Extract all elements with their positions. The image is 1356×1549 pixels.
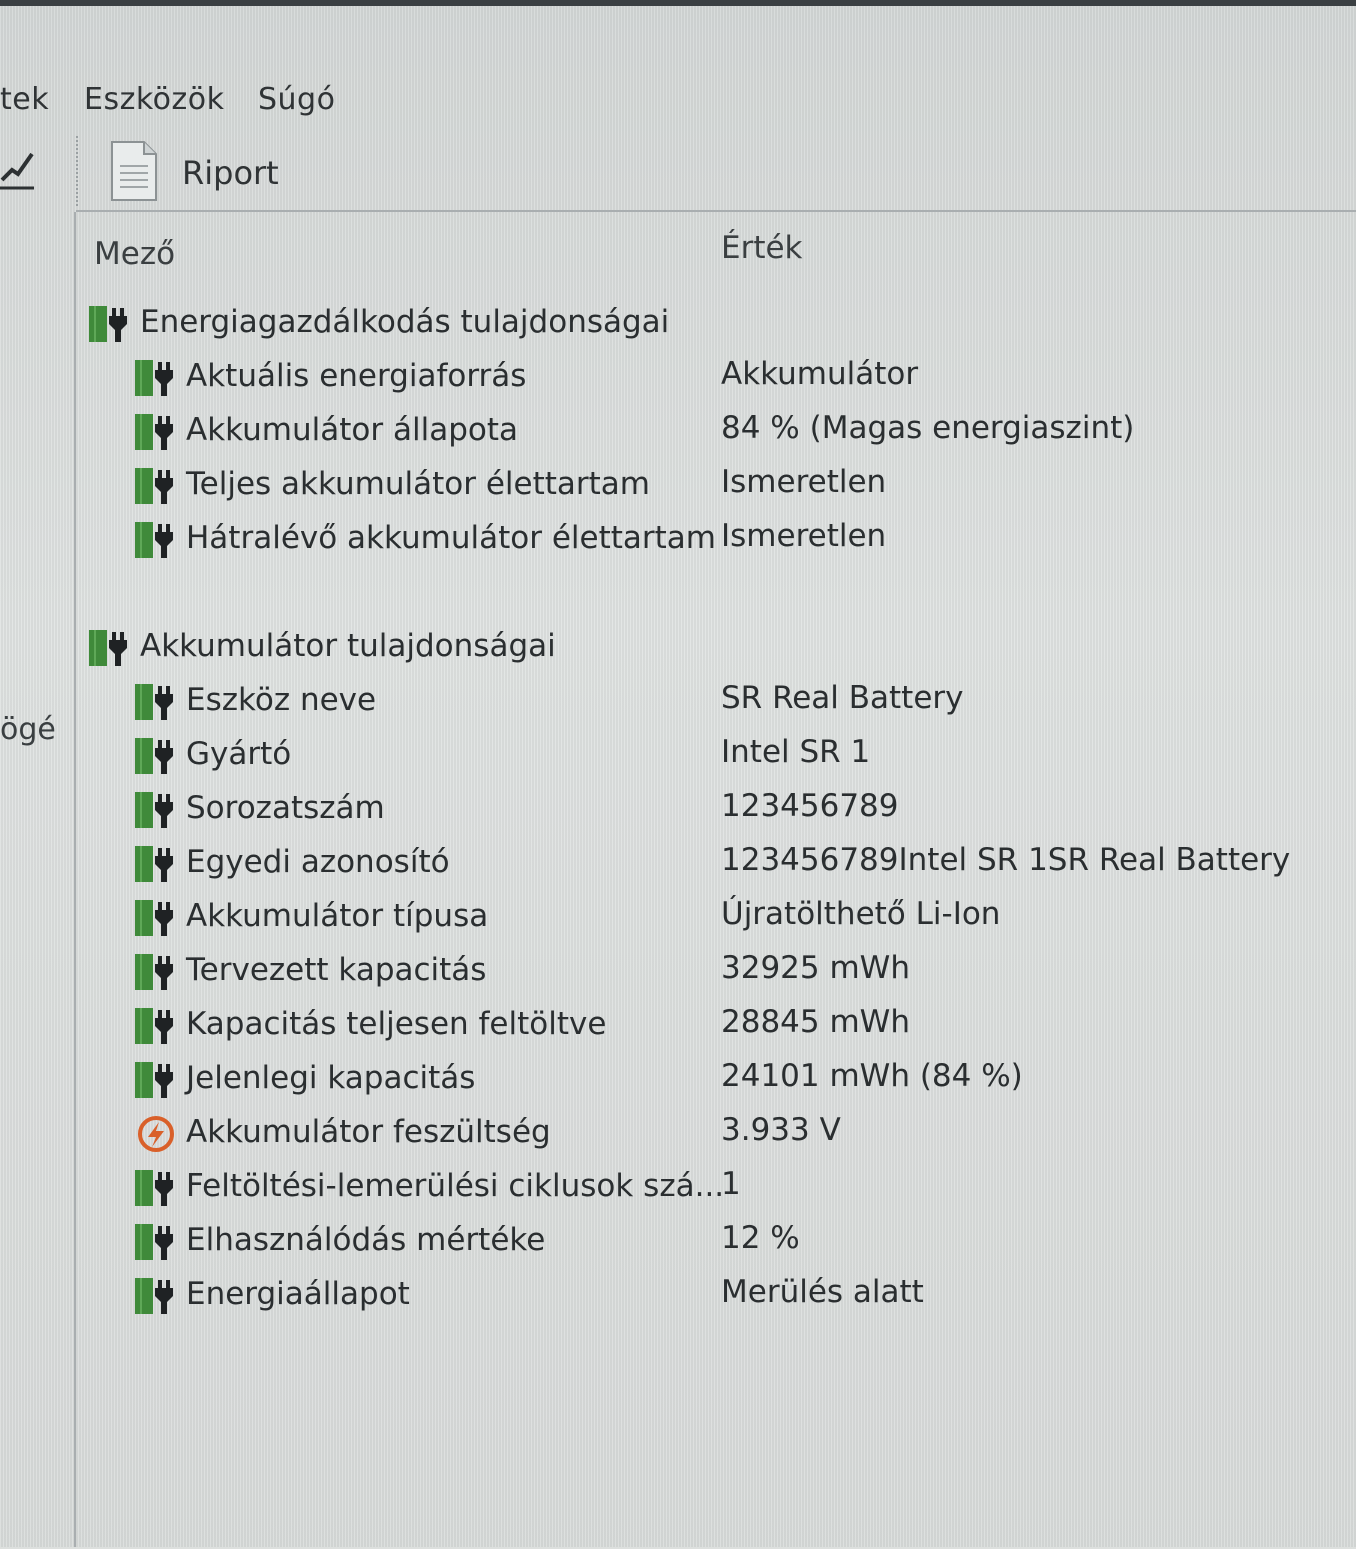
screen: tek Eszközök Súgó Riport ögé Mező Érték … [0, 0, 1356, 1547]
field-value: 84 % (Magas energiaszint) [721, 410, 1135, 446]
battery-plug-icon [134, 466, 180, 506]
field-value: Ismeretlen [721, 464, 887, 500]
left-pane-cut-text: ögé [0, 712, 56, 747]
field-value: 24101 mWh (84 %) [721, 1058, 1023, 1094]
field-value: SR Real Battery [721, 680, 964, 716]
battery-plug-icon [134, 736, 180, 776]
field-name: Akkumulátor típusa [186, 898, 489, 934]
battery-plug-icon [134, 1006, 180, 1046]
table-row[interactable]: Hátralévő akkumulátor élettartam Ismeretl… [76, 512, 1336, 564]
field-name: Aktuális energiaforrás [186, 358, 527, 394]
table-row[interactable]: Kapacitás teljesen feltöltve 28845 mWh [76, 998, 1336, 1050]
field-value: Akkumulátor [721, 356, 919, 392]
battery-plug-icon [134, 358, 180, 398]
field-name: Elhasználódás mértéke [186, 1222, 546, 1258]
field-name: Gyártó [186, 736, 292, 772]
table-row[interactable]: Akkumulátor állapota 84 % (Magas energias… [76, 404, 1336, 456]
table-row[interactable]: Teljes akkumulátor élettartam Ismeretlen [76, 458, 1336, 510]
field-name: Kapacitás teljesen feltöltve [186, 1006, 607, 1042]
menu-item-tools[interactable]: Eszközök [84, 82, 224, 117]
group-header-row[interactable]: Akkumulátor tulajdonságai [76, 620, 1336, 672]
battery-plug-icon [88, 304, 134, 344]
column-header-field[interactable]: Mező [94, 236, 175, 272]
field-name: Jelenlegi kapacitás [186, 1060, 476, 1096]
field-value: Újratölthető Li-Ion [721, 896, 1001, 932]
menu-item-help[interactable]: Súgó [258, 82, 335, 117]
table-row[interactable]: Energiaállapot Merülés alatt [76, 1268, 1336, 1320]
battery-plug-icon [134, 1060, 180, 1100]
field-name: Energiaállapot [186, 1276, 410, 1312]
chart-icon[interactable] [0, 146, 36, 190]
table-row[interactable]: Eszköz neve SR Real Battery [76, 674, 1336, 726]
field-value: 12 % [721, 1220, 800, 1256]
field-name: Feltöltési-lemerülési ciklusok szá... [186, 1168, 725, 1204]
table-row[interactable]: Egyedi azonosító 123456789Intel SR 1SR Re… [76, 836, 1336, 888]
group-header-row[interactable]: Energiagazdálkodás tulajdonságai [76, 296, 1336, 348]
field-value: Intel SR 1 [721, 734, 871, 770]
field-name: Akkumulátor állapota [186, 412, 518, 448]
details-list: Mező Érték Energiagazdálkodás tulajdonsá… [76, 210, 1356, 1549]
report-label: Riport [182, 154, 279, 192]
field-value: Ismeretlen [721, 518, 887, 554]
battery-plug-icon [134, 682, 180, 722]
table-row[interactable]: Elhasználódás mértéke 12 % [76, 1214, 1336, 1266]
field-value: 1 [721, 1166, 741, 1202]
battery-plug-icon [134, 1276, 180, 1316]
field-value: Merülés alatt [721, 1274, 924, 1310]
table-row[interactable]: Jelenlegi kapacitás 24101 mWh (84 %) [76, 1052, 1336, 1104]
field-name: Akkumulátor feszültség [186, 1114, 551, 1150]
table-row[interactable]: Sorozatszám 123456789 [76, 782, 1336, 834]
table-row[interactable]: Gyártó Intel SR 1 [76, 728, 1336, 780]
battery-plug-icon [134, 952, 180, 992]
menu-item-partial[interactable]: tek [0, 82, 49, 117]
battery-plug-icon [134, 790, 180, 830]
group-title: Energiagazdálkodás tulajdonságai [140, 304, 670, 340]
field-name: Eszköz neve [186, 682, 377, 718]
table-row[interactable]: Aktuális energiaforrás Akkumulátor [76, 350, 1336, 402]
battery-plug-icon [134, 412, 180, 452]
field-name: Tervezett kapacitás [186, 952, 487, 988]
battery-plug-icon [134, 1222, 180, 1262]
battery-plug-icon [134, 844, 180, 884]
left-navigation-pane[interactable]: ögé [0, 212, 76, 1547]
group-title: Akkumulátor tulajdonságai [140, 628, 556, 664]
field-value: 32925 mWh [721, 950, 910, 986]
field-value: 3.933 V [721, 1112, 841, 1148]
battery-plug-icon [134, 1168, 180, 1208]
table-row[interactable]: Akkumulátor típusa Újratölthető Li-Ion [76, 890, 1336, 942]
field-value: 28845 mWh [721, 1004, 910, 1040]
document-icon [111, 141, 157, 201]
field-name: Sorozatszám [186, 790, 385, 826]
battery-plug-icon [88, 628, 134, 668]
toolbar-separator [76, 136, 80, 206]
field-value: 123456789Intel SR 1SR Real Battery [721, 842, 1291, 878]
menu-bar: tek Eszközök Súgó [0, 60, 1356, 136]
field-name: Hátralévő akkumulátor élettartam [186, 520, 716, 556]
field-name: Teljes akkumulátor élettartam [186, 466, 650, 502]
report-button[interactable]: Riport [106, 136, 306, 202]
field-name: Egyedi azonosító [186, 844, 450, 880]
voltage-icon [134, 1114, 180, 1154]
window-top-edge [0, 0, 1356, 6]
table-row[interactable]: Tervezett kapacitás 32925 mWh [76, 944, 1336, 996]
field-value: 123456789 [721, 788, 899, 824]
table-row[interactable]: Feltöltési-lemerülési ciklusok szá... 1 [76, 1160, 1336, 1212]
column-header-value[interactable]: Érték [721, 230, 803, 266]
battery-plug-icon [134, 520, 180, 560]
table-row[interactable]: Akkumulátor feszültség 3.933 V [76, 1106, 1336, 1158]
battery-plug-icon [134, 898, 180, 938]
toolbar: Riport [0, 130, 1356, 208]
